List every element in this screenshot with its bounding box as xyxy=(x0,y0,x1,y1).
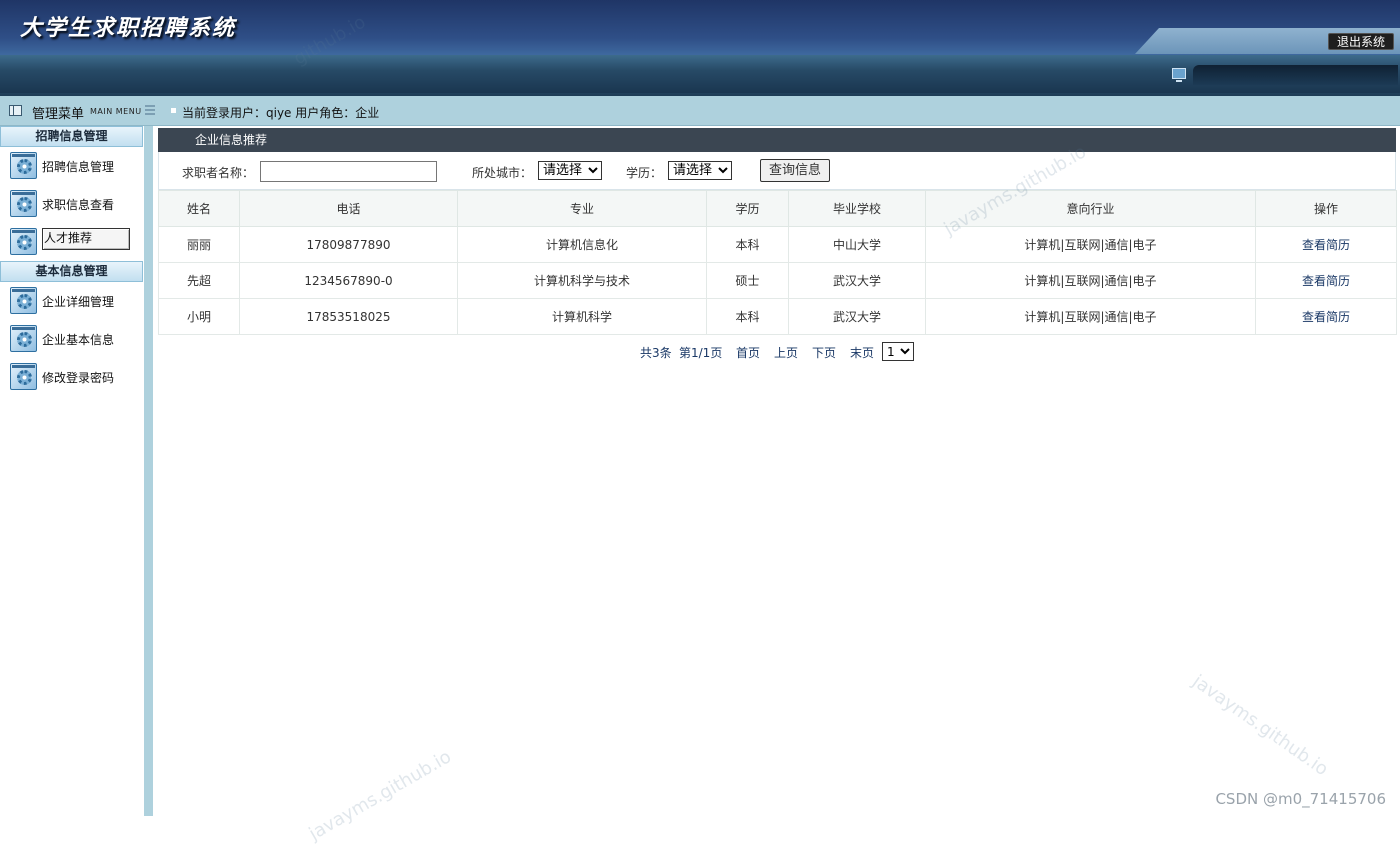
edu-label: 学历： xyxy=(626,164,662,181)
sidebar-item-label[interactable]: 企业详细管理 xyxy=(42,293,114,310)
app-title: 大学生求职招聘系统 xyxy=(20,10,236,42)
column-header: 意向行业 xyxy=(926,191,1256,227)
cell-major: 计算机信息化 xyxy=(458,227,707,263)
sidebar-section-basic-info[interactable]: 基本信息管理 xyxy=(0,261,143,282)
name-label: 求职者名称： xyxy=(182,164,254,181)
sidebar-item-company-detail[interactable]: 企业详细管理 xyxy=(0,282,144,320)
header-dark-bar xyxy=(1193,65,1398,85)
gear-window-icon xyxy=(10,325,37,352)
column-header: 毕业学校 xyxy=(789,191,926,227)
cell-name: 先超 xyxy=(159,263,240,299)
view-resume-link[interactable]: 查看简历 xyxy=(1302,274,1350,288)
sidebar-item-label[interactable]: 企业基本信息 xyxy=(42,331,114,348)
cell-education: 本科 xyxy=(707,227,789,263)
pager-last-link[interactable]: 末页 xyxy=(850,344,874,361)
pager-total: 共3条 xyxy=(640,344,672,361)
view-resume-link[interactable]: 查看简历 xyxy=(1302,238,1350,252)
cell-major: 计算机科学与技术 xyxy=(458,263,707,299)
pagination: 共3条 第1/1页 首页 上页 下页 末页 1 xyxy=(158,335,1396,367)
column-header: 学历 xyxy=(707,191,789,227)
cell-action: 查看简历 xyxy=(1256,299,1397,335)
column-header: 操作 xyxy=(1256,191,1397,227)
pager-prev-link[interactable]: 上页 xyxy=(774,344,798,361)
cell-name: 小明 xyxy=(159,299,240,335)
cell-phone: 1234567890-0 xyxy=(240,263,458,299)
cell-major: 计算机科学 xyxy=(458,299,707,335)
info-bar: 管理菜单 MAIN MENU 当前登录用户：qiye 用户角色：企业 xyxy=(0,96,1400,126)
column-header: 专业 xyxy=(458,191,707,227)
csdn-credit: CSDN @m0_71415706 xyxy=(1215,790,1386,808)
sidebar-item-label[interactable]: 招聘信息管理 xyxy=(42,158,114,175)
cell-industry: 计算机|互联网|通信|电子 xyxy=(926,227,1256,263)
pager-page-info: 第1/1页 xyxy=(679,344,722,361)
cell-name: 丽丽 xyxy=(159,227,240,263)
cell-action: 查看简历 xyxy=(1256,227,1397,263)
city-select[interactable]: 请选择 xyxy=(538,161,602,180)
gear-window-icon xyxy=(10,228,37,255)
app-header: 大学生求职招聘系统 退出系统 xyxy=(0,0,1400,96)
sidebar-item-label[interactable]: 修改登录密码 xyxy=(42,369,114,386)
view-resume-link[interactable]: 查看简历 xyxy=(1302,310,1350,324)
table-header-row: 姓名 电话 专业 学历 毕业学校 意向行业 操作 xyxy=(159,191,1397,227)
sidebar-item-recruitment-manage[interactable]: 招聘信息管理 xyxy=(0,147,144,185)
column-header: 姓名 xyxy=(159,191,240,227)
table-row: 先超 1234567890-0 计算机科学与技术 硕士 武汉大学 计算机|互联网… xyxy=(159,263,1397,299)
jobseeker-name-input[interactable] xyxy=(260,161,437,182)
column-header: 电话 xyxy=(240,191,458,227)
header-band xyxy=(0,55,1400,93)
education-select[interactable]: 请选择 xyxy=(668,161,732,180)
sidebar-rail xyxy=(144,126,153,816)
sidebar-item-talent-recommend[interactable]: 人才推荐 xyxy=(0,223,144,261)
cell-industry: 计算机|互联网|通信|电子 xyxy=(926,263,1256,299)
sidebar-item-label-active[interactable]: 人才推荐 xyxy=(42,228,130,250)
menu-toggle-icon[interactable] xyxy=(145,105,155,115)
gear-window-icon xyxy=(10,152,37,179)
current-user-info: 当前登录用户：qiye 用户角色：企业 xyxy=(182,104,379,121)
cell-action: 查看简历 xyxy=(1256,263,1397,299)
city-label: 所处城市： xyxy=(472,164,532,181)
page-select[interactable]: 1 xyxy=(882,342,914,361)
table-row: 小明 17853518025 计算机科学 本科 武汉大学 计算机|互联网|通信|… xyxy=(159,299,1397,335)
logout-button[interactable]: 退出系统 xyxy=(1328,33,1394,50)
sidebar: 招聘信息管理 招聘信息管理 求职信息查看 人才推荐 基本信息管理 企业详细管理 … xyxy=(0,126,144,816)
main-menu-label: 管理菜单 xyxy=(32,103,84,122)
table-row: 丽丽 17809877890 计算机信息化 本科 中山大学 计算机|互联网|通信… xyxy=(159,227,1397,263)
cell-education: 本科 xyxy=(707,299,789,335)
search-bar: 求职者名称： 所处城市： 请选择 学历： 请选择 查询信息 xyxy=(158,152,1396,190)
cell-phone: 17853518025 xyxy=(240,299,458,335)
cell-education: 硕士 xyxy=(707,263,789,299)
sidebar-item-jobseeker-view[interactable]: 求职信息查看 xyxy=(0,185,144,223)
cell-phone: 17809877890 xyxy=(240,227,458,263)
gear-window-icon xyxy=(10,190,37,217)
pager-first-link[interactable]: 首页 xyxy=(736,344,760,361)
cell-school: 武汉大学 xyxy=(789,263,926,299)
pager-next-link[interactable]: 下页 xyxy=(812,344,836,361)
cell-industry: 计算机|互联网|通信|电子 xyxy=(926,299,1256,335)
main-menu-sublabel: MAIN MENU xyxy=(90,107,142,116)
search-button[interactable]: 查询信息 xyxy=(760,159,830,182)
panel-title: 企业信息推荐 xyxy=(158,128,1396,152)
gear-window-icon xyxy=(10,363,37,390)
bullet-icon xyxy=(171,108,176,113)
sidebar-item-change-password[interactable]: 修改登录密码 xyxy=(0,358,144,396)
cell-school: 武汉大学 xyxy=(789,299,926,335)
sidebar-item-label[interactable]: 求职信息查看 xyxy=(42,196,114,213)
gear-window-icon xyxy=(10,287,37,314)
results-table: 姓名 电话 专业 学历 毕业学校 意向行业 操作 丽丽 17809877890 … xyxy=(158,190,1397,335)
main-content: 企业信息推荐 求职者名称： 所处城市： 请选择 学历： 请选择 查询信息 姓名 … xyxy=(158,128,1396,808)
cell-school: 中山大学 xyxy=(789,227,926,263)
sidebar-item-company-basic[interactable]: 企业基本信息 xyxy=(0,320,144,358)
menu-panel-icon xyxy=(9,105,22,116)
monitor-icon xyxy=(1172,68,1186,79)
sidebar-section-recruitment[interactable]: 招聘信息管理 xyxy=(0,126,143,147)
